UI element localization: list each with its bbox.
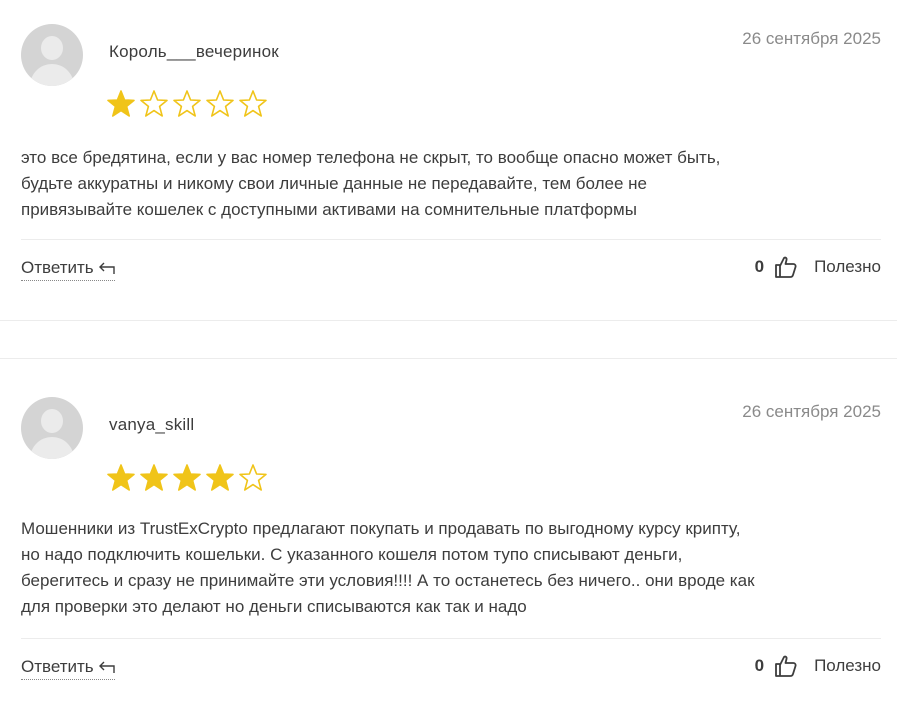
review-text-line: Мошенники из TrustExCrypto предлагают по…: [21, 519, 741, 538]
star-filled-icon: [107, 464, 135, 491]
star-empty-icon: [206, 90, 234, 117]
star-empty-icon: [173, 90, 201, 117]
divider: [21, 638, 881, 639]
review-text-line: для проверки это делают но деньги списыв…: [21, 597, 527, 616]
review-card: Король___вечеринок 26 сентября 2025 это …: [0, 0, 897, 320]
review-text-line: но надо подключить кошельки. С указанног…: [21, 545, 683, 564]
review-date: 26 сентября 2025: [742, 402, 881, 421]
reply-label: Ответить: [21, 258, 94, 277]
review-text: это все бредятина, если у вас номер теле…: [21, 145, 871, 223]
useful-button[interactable]: Полезно: [814, 257, 881, 277]
star-filled-icon: [107, 90, 135, 117]
review-text-line: это все бредятина, если у вас номер теле…: [21, 148, 721, 167]
useful-button[interactable]: Полезно: [814, 656, 881, 676]
review-date: 26 сентября 2025: [742, 29, 881, 48]
star-empty-icon: [239, 464, 267, 491]
user-avatar-icon: [21, 397, 83, 459]
star-empty-icon: [239, 90, 267, 117]
review-text-line: привязывайте кошелек с доступными актива…: [21, 200, 637, 219]
divider: [21, 239, 881, 240]
star-empty-icon: [140, 90, 168, 117]
reply-arrow-icon: [98, 262, 115, 274]
review-separator: [0, 320, 897, 358]
thumbs-up-icon[interactable]: [774, 654, 798, 678]
useful-count: 0: [754, 257, 765, 276]
thumbs-up-icon[interactable]: [774, 255, 798, 279]
star-filled-icon: [173, 464, 201, 491]
reply-button[interactable]: Ответить: [21, 258, 115, 281]
star-rating: [106, 89, 268, 119]
review-author: Король___вечеринок: [109, 42, 279, 61]
review-author: vanya_skill: [109, 415, 195, 434]
useful-block: 0 Полезно: [755, 255, 881, 279]
reply-label: Ответить: [21, 657, 94, 676]
useful-count: 0: [754, 656, 765, 675]
star-filled-icon: [206, 464, 234, 491]
useful-block: 0 Полезно: [755, 654, 881, 678]
review-text-line: берегитесь и сразу не принимайте эти усл…: [21, 571, 755, 590]
reply-arrow-icon: [98, 661, 115, 673]
star-rating: [106, 463, 268, 493]
star-filled-icon: [140, 464, 168, 491]
user-avatar-icon: [21, 24, 83, 86]
review-text-line: будьте аккуратны и никому свои личные да…: [21, 174, 648, 193]
review-text: Мошенники из TrustExCrypto предлагают по…: [21, 516, 871, 620]
review-card: vanya_skill 26 сентября 2025 Мошенники и…: [0, 358, 897, 714]
reply-button[interactable]: Ответить: [21, 657, 115, 680]
